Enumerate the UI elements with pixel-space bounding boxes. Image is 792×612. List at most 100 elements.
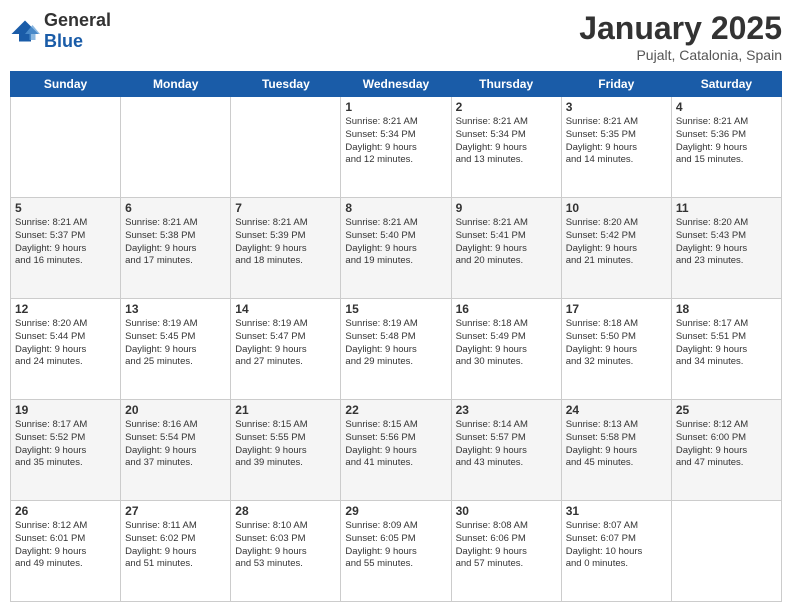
day-number-12: 12 bbox=[15, 302, 116, 316]
day-12: 12 Sunrise: 8:20 AM Sunset: 5:44 PM Dayli… bbox=[11, 299, 121, 400]
day-info-4: Sunrise: 8:21 AM Sunset: 5:36 PM Dayligh… bbox=[676, 116, 777, 167]
week-row-5: 26 Sunrise: 8:12 AM Sunset: 6:01 PM Dayli… bbox=[11, 501, 782, 602]
day-2: 2 Sunrise: 8:21 AM Sunset: 5:34 PM Daylig… bbox=[451, 97, 561, 198]
day-28: 28Sunrise: 8:10 AM Sunset: 6:03 PM Dayli… bbox=[231, 501, 341, 602]
day-number-8: 8 bbox=[345, 201, 446, 215]
calendar-header-row: Sunday Monday Tuesday Wednesday Thursday… bbox=[11, 72, 782, 97]
col-thursday: Thursday bbox=[451, 72, 561, 97]
day-info-25: Sunrise: 8:12 AM Sunset: 6:00 PM Dayligh… bbox=[676, 419, 777, 470]
week-row-3: 12 Sunrise: 8:20 AM Sunset: 5:44 PM Dayli… bbox=[11, 299, 782, 400]
day-18: 18 Sunrise: 8:17 AM Sunset: 5:51 PM Dayli… bbox=[671, 299, 781, 400]
day-info-28: Sunrise: 8:10 AM Sunset: 6:03 PM Dayligh… bbox=[235, 520, 336, 571]
day-number-25: 25 bbox=[676, 403, 777, 417]
day-info-8: Sunrise: 8:21 AM Sunset: 5:40 PM Dayligh… bbox=[345, 217, 446, 268]
day-9: 9 Sunrise: 8:21 AM Sunset: 5:41 PM Daylig… bbox=[451, 198, 561, 299]
day-5: 5Sunrise: 8:21 AM Sunset: 5:37 PM Daylig… bbox=[11, 198, 121, 299]
day-number-16: 16 bbox=[456, 302, 557, 316]
logo-general: General bbox=[44, 10, 111, 30]
day-15: 15 Sunrise: 8:19 AM Sunset: 5:48 PM Dayli… bbox=[341, 299, 451, 400]
day-number-18: 18 bbox=[676, 302, 777, 316]
day-10: 10 Sunrise: 8:20 AM Sunset: 5:42 PM Dayli… bbox=[561, 198, 671, 299]
week-row-1: 1 Sunrise: 8:21 AM Sunset: 5:34 PM Daylig… bbox=[11, 97, 782, 198]
month-title: January 2025 bbox=[579, 10, 782, 47]
day-number-23: 23 bbox=[456, 403, 557, 417]
day-21: 21 Sunrise: 8:15 AM Sunset: 5:55 PM Dayli… bbox=[231, 400, 341, 501]
day-6: 6 Sunrise: 8:21 AM Sunset: 5:38 PM Daylig… bbox=[121, 198, 231, 299]
day-number-19: 19 bbox=[15, 403, 116, 417]
day-info-24: Sunrise: 8:13 AM Sunset: 5:58 PM Dayligh… bbox=[566, 419, 667, 470]
day-number-10: 10 bbox=[566, 201, 667, 215]
day-14: 14 Sunrise: 8:19 AM Sunset: 5:47 PM Dayli… bbox=[231, 299, 341, 400]
day-number-27: 27 bbox=[125, 504, 226, 518]
day-number-11: 11 bbox=[676, 201, 777, 215]
day-number-14: 14 bbox=[235, 302, 336, 316]
day-number-26: 26 bbox=[15, 504, 116, 518]
day-info-20: Sunrise: 8:16 AM Sunset: 5:54 PM Dayligh… bbox=[125, 419, 226, 470]
day-info-13: Sunrise: 8:19 AM Sunset: 5:45 PM Dayligh… bbox=[125, 318, 226, 369]
day-info-29: Sunrise: 8:09 AM Sunset: 6:05 PM Dayligh… bbox=[345, 520, 446, 571]
day-number-9: 9 bbox=[456, 201, 557, 215]
day-number-17: 17 bbox=[566, 302, 667, 316]
day-info-23: Sunrise: 8:14 AM Sunset: 5:57 PM Dayligh… bbox=[456, 419, 557, 470]
col-wednesday: Wednesday bbox=[341, 72, 451, 97]
day-11: 11 Sunrise: 8:20 AM Sunset: 5:43 PM Dayli… bbox=[671, 198, 781, 299]
col-monday: Monday bbox=[121, 72, 231, 97]
day-info-19: Sunrise: 8:17 AM Sunset: 5:52 PM Dayligh… bbox=[15, 419, 116, 470]
day-info-17: Sunrise: 8:18 AM Sunset: 5:50 PM Dayligh… bbox=[566, 318, 667, 369]
day-info-3: Sunrise: 8:21 AM Sunset: 5:35 PM Dayligh… bbox=[566, 116, 667, 167]
day-info-21: Sunrise: 8:15 AM Sunset: 5:55 PM Dayligh… bbox=[235, 419, 336, 470]
day-17: 17 Sunrise: 8:18 AM Sunset: 5:50 PM Dayli… bbox=[561, 299, 671, 400]
day-info-10: Sunrise: 8:20 AM Sunset: 5:42 PM Dayligh… bbox=[566, 217, 667, 268]
day-info-11: Sunrise: 8:20 AM Sunset: 5:43 PM Dayligh… bbox=[676, 217, 777, 268]
day-info-5: Sunrise: 8:21 AM Sunset: 5:37 PM Dayligh… bbox=[15, 217, 116, 268]
header: General Blue January 2025 Pujalt, Catalo… bbox=[10, 10, 782, 63]
day-number-29: 29 bbox=[345, 504, 446, 518]
day-number-3: 3 bbox=[566, 100, 667, 114]
day-number-30: 30 bbox=[456, 504, 557, 518]
col-sunday: Sunday bbox=[11, 72, 121, 97]
day-info-12: Sunrise: 8:20 AM Sunset: 5:44 PM Dayligh… bbox=[15, 318, 116, 369]
day-info-14: Sunrise: 8:19 AM Sunset: 5:47 PM Dayligh… bbox=[235, 318, 336, 369]
location: Pujalt, Catalonia, Spain bbox=[579, 47, 782, 63]
day-26: 26 Sunrise: 8:12 AM Sunset: 6:01 PM Dayli… bbox=[11, 501, 121, 602]
day-22: 22 Sunrise: 8:15 AM Sunset: 5:56 PM Dayli… bbox=[341, 400, 451, 501]
col-saturday: Saturday bbox=[671, 72, 781, 97]
day-29: 29 Sunrise: 8:09 AM Sunset: 6:05 PM Dayli… bbox=[341, 501, 451, 602]
day-info-6: Sunrise: 8:21 AM Sunset: 5:38 PM Dayligh… bbox=[125, 217, 226, 268]
title-block: January 2025 Pujalt, Catalonia, Spain bbox=[579, 10, 782, 63]
day-3: 3 Sunrise: 8:21 AM Sunset: 5:35 PM Daylig… bbox=[561, 97, 671, 198]
day-20: 20Sunrise: 8:16 AM Sunset: 5:54 PM Dayli… bbox=[121, 400, 231, 501]
day-19: 19 Sunrise: 8:17 AM Sunset: 5:52 PM Dayli… bbox=[11, 400, 121, 501]
day-number-6: 6 bbox=[125, 201, 226, 215]
empty-cell bbox=[11, 97, 121, 198]
day-info-22: Sunrise: 8:15 AM Sunset: 5:56 PM Dayligh… bbox=[345, 419, 446, 470]
day-info-2: Sunrise: 8:21 AM Sunset: 5:34 PM Dayligh… bbox=[456, 116, 557, 167]
page: General Blue January 2025 Pujalt, Catalo… bbox=[0, 0, 792, 612]
day-4: 4Sunrise: 8:21 AM Sunset: 5:36 PM Daylig… bbox=[671, 97, 781, 198]
day-number-24: 24 bbox=[566, 403, 667, 417]
day-number-15: 15 bbox=[345, 302, 446, 316]
col-friday: Friday bbox=[561, 72, 671, 97]
day-number-31: 31 bbox=[566, 504, 667, 518]
day-25: 25 Sunrise: 8:12 AM Sunset: 6:00 PM Dayli… bbox=[671, 400, 781, 501]
day-24: 24 Sunrise: 8:13 AM Sunset: 5:58 PM Dayli… bbox=[561, 400, 671, 501]
day-info-16: Sunrise: 8:18 AM Sunset: 5:49 PM Dayligh… bbox=[456, 318, 557, 369]
logo-icon bbox=[10, 19, 40, 43]
col-tuesday: Tuesday bbox=[231, 72, 341, 97]
day-number-2: 2 bbox=[456, 100, 557, 114]
day-info-26: Sunrise: 8:12 AM Sunset: 6:01 PM Dayligh… bbox=[15, 520, 116, 571]
day-info-18: Sunrise: 8:17 AM Sunset: 5:51 PM Dayligh… bbox=[676, 318, 777, 369]
day-7: 7Sunrise: 8:21 AM Sunset: 5:39 PM Daylig… bbox=[231, 198, 341, 299]
day-info-15: Sunrise: 8:19 AM Sunset: 5:48 PM Dayligh… bbox=[345, 318, 446, 369]
day-23: 23 Sunrise: 8:14 AM Sunset: 5:57 PM Dayli… bbox=[451, 400, 561, 501]
day-31: 31Sunrise: 8:07 AM Sunset: 6:07 PM Dayli… bbox=[561, 501, 671, 602]
day-number-22: 22 bbox=[345, 403, 446, 417]
day-info-1: Sunrise: 8:21 AM Sunset: 5:34 PM Dayligh… bbox=[345, 116, 446, 167]
logo: General Blue bbox=[10, 10, 111, 52]
day-info-9: Sunrise: 8:21 AM Sunset: 5:41 PM Dayligh… bbox=[456, 217, 557, 268]
day-number-21: 21 bbox=[235, 403, 336, 417]
empty-cell bbox=[121, 97, 231, 198]
logo-blue: Blue bbox=[44, 31, 83, 51]
day-number-1: 1 bbox=[345, 100, 446, 114]
day-16: 16 Sunrise: 8:18 AM Sunset: 5:49 PM Dayli… bbox=[451, 299, 561, 400]
